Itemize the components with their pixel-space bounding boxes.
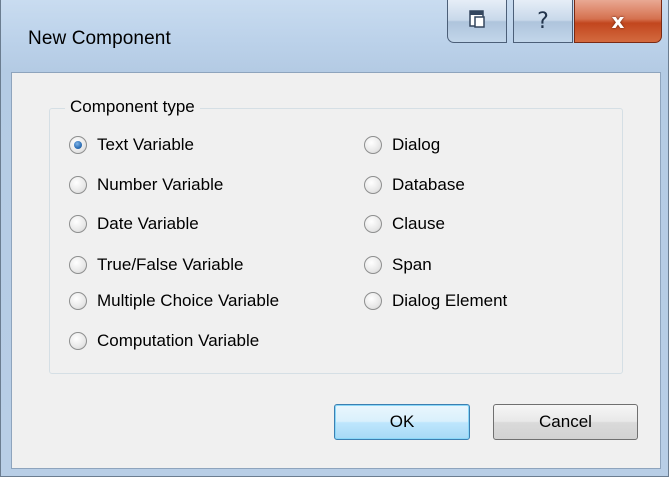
- dialog-window: New Component ? x Component type Text Va…: [0, 0, 669, 477]
- radio-label: Clause: [392, 214, 445, 233]
- radio-number-variable[interactable]: Number Variable: [69, 175, 223, 195]
- radio-dialog[interactable]: Dialog: [364, 135, 440, 155]
- radio-label: Number Variable: [97, 175, 224, 194]
- group-legend: Component type: [65, 97, 200, 117]
- radio-unchecked-icon: [69, 332, 87, 350]
- cancel-button[interactable]: Cancel: [493, 404, 638, 440]
- radio-text-variable[interactable]: Text Variable: [69, 135, 194, 155]
- radio-computation-variable[interactable]: Computation Variable: [69, 331, 259, 351]
- radio-unchecked-icon: [69, 256, 87, 274]
- radio-dialog-element[interactable]: Dialog Element: [364, 291, 507, 311]
- radio-date-variable[interactable]: Date Variable: [69, 214, 199, 234]
- radio-unchecked-icon: [364, 215, 382, 233]
- help-button[interactable]: ?: [513, 0, 573, 43]
- radio-label: Date Variable: [97, 214, 199, 233]
- radio-unchecked-icon: [364, 292, 382, 310]
- title-bar[interactable]: New Component ? x: [1, 0, 668, 72]
- radio-label: True/False Variable: [97, 255, 244, 274]
- radio-checked-icon: [69, 136, 87, 154]
- radio-label: Span: [392, 255, 432, 274]
- radio-label: Dialog: [392, 135, 441, 154]
- radio-unchecked-icon: [364, 176, 382, 194]
- radio-unchecked-icon: [69, 176, 87, 194]
- help-icon: ?: [537, 8, 549, 34]
- radio-label: Database: [392, 175, 465, 194]
- ok-button[interactable]: OK: [334, 404, 470, 440]
- radio-span[interactable]: Span: [364, 255, 432, 275]
- radio-label: Multiple Choice Variable: [97, 291, 280, 310]
- radio-database[interactable]: Database: [364, 175, 465, 195]
- close-button[interactable]: x: [574, 0, 662, 43]
- radio-true-false-variable[interactable]: True/False Variable: [69, 255, 243, 275]
- radio-label: Dialog Element: [392, 291, 508, 310]
- radio-clause[interactable]: Clause: [364, 214, 445, 234]
- radio-multiple-choice-variable[interactable]: Multiple Choice Variable: [69, 291, 279, 311]
- restore-icon: [467, 9, 487, 34]
- dialog-body: Component type Text Variable Number Vari…: [11, 72, 661, 469]
- radio-unchecked-icon: [364, 256, 382, 274]
- close-icon: x: [611, 9, 625, 33]
- radio-unchecked-icon: [69, 292, 87, 310]
- radio-label: Computation Variable: [97, 331, 260, 350]
- radio-unchecked-icon: [364, 136, 382, 154]
- radio-label: Text Variable: [97, 135, 195, 154]
- window-title: New Component: [28, 28, 171, 49]
- radio-unchecked-icon: [69, 215, 87, 233]
- restore-button[interactable]: [447, 0, 507, 43]
